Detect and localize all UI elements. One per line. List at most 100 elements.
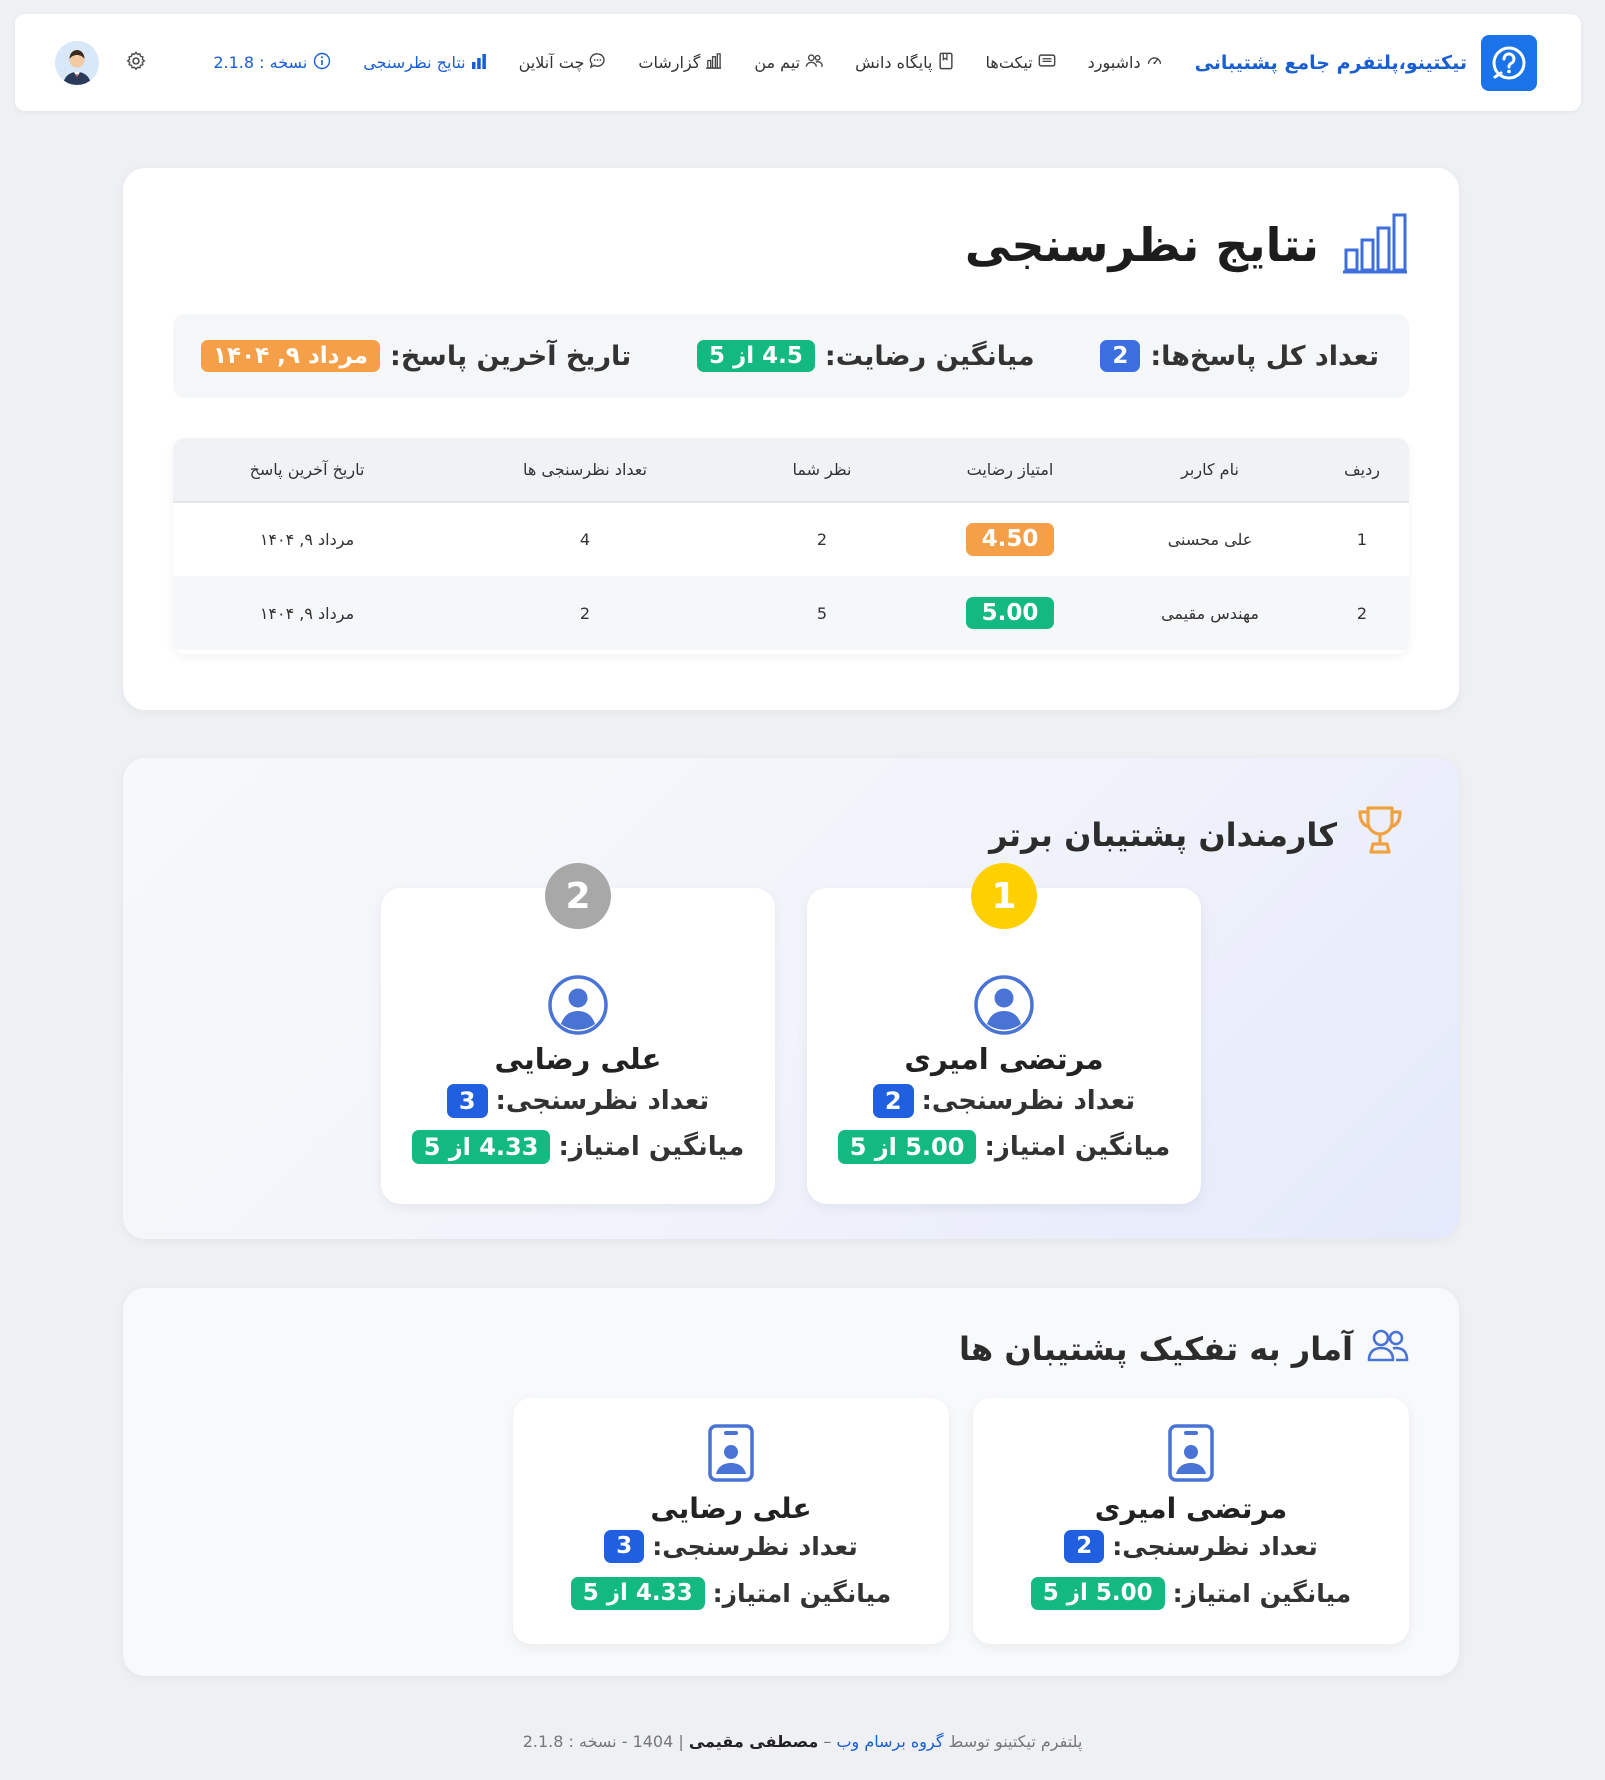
nav-item-reports[interactable]: گزارشات — [638, 52, 722, 73]
cell-score: 5.00 — [915, 576, 1105, 650]
cell-index: 2 — [1356, 603, 1368, 623]
survey-count-line: تعداد نظرسنجی: 3 — [513, 1530, 949, 1563]
nav-item-knowledge-base[interactable]: پایگاه دانش — [855, 52, 953, 74]
nav-end — [55, 40, 147, 85]
cell-index: 1 — [1356, 530, 1368, 549]
nav-label-dashboard: داشبورد — [1087, 53, 1141, 72]
nav-label-my-team: تیم من — [754, 53, 801, 72]
supporter-stat-card-2: علی رضایی تعداد نظرسنجی: 3 میانگین امتیا… — [513, 1398, 949, 1644]
footer-company-link[interactable]: گروه برسام وب — [836, 1732, 943, 1751]
average-score-label: میانگین امتیاز: — [984, 1132, 1171, 1162]
survey-count-badge: 2 — [872, 1084, 914, 1118]
nav-label-knowledge-base: پایگاه دانش — [855, 53, 933, 72]
average-score-line: میانگین امتیاز: 5.00 از 5 — [973, 1577, 1409, 1610]
supporter-name: مرتضی امیری — [904, 1042, 1104, 1076]
top-supporter-card-1: 1 مرتضی امیری تعداد نظرسنجی: 2 میانگین ا… — [807, 863, 1201, 1204]
brand-title[interactable]: تیکتینو،پلتفرم جامع پشتیبانی — [1195, 52, 1467, 74]
top-navbar: تیکتینو،پلتفرم جامع پشتیبانی داشبورد تیک… — [15, 14, 1581, 111]
cell-user: مهندس مقیمی — [1161, 603, 1259, 623]
survey-count-line: تعداد نظرسنجی: 3 — [381, 1084, 775, 1118]
page-title: نتایج نظرسنجی — [965, 212, 1409, 278]
nav-item-dashboard[interactable]: داشبورد — [1088, 52, 1163, 73]
average-score-badge: 4.33 از 5 — [411, 1130, 551, 1164]
nav-item-online-chat[interactable]: چت آنلاین — [519, 52, 607, 73]
top-supporters-card: کارمندان پشتیبان برتر 1 مرتضی امیری تعدا… — [123, 758, 1459, 1239]
gear-icon[interactable] — [125, 50, 147, 76]
stat-total-responses: تعداد کل پاسخ‌ها: 2 — [1100, 339, 1379, 373]
footer-suffix: | 1404 - نسخه : 2.1.8 — [522, 1732, 684, 1751]
id-badge-icon — [708, 1424, 754, 1486]
average-score-badge: 5.00 از 5 — [837, 1130, 977, 1164]
rank-badge-gold: 1 — [971, 863, 1037, 929]
nav-item-my-team[interactable]: تیم من — [754, 52, 823, 73]
gauge-icon — [1146, 52, 1163, 73]
survey-count-line: تعداد نظرسنجی: 2 — [973, 1530, 1409, 1563]
users-icon — [1367, 1328, 1409, 1370]
average-score-badge: 5.00 از 5 — [1030, 1577, 1165, 1610]
stat-last-label: تاریخ آخرین پاسخ: — [390, 340, 632, 372]
version-info[interactable]: نسخه : 2.1.8 — [213, 52, 331, 74]
chat-icon — [589, 52, 606, 73]
nav-label-tickets: تیکت‌ها — [985, 53, 1033, 72]
survey-count-badge: 3 — [604, 1530, 645, 1563]
nav-label-survey-results: نتایج نظرسنجی — [363, 53, 466, 72]
header-count: تعداد نظرسنجی ها — [441, 438, 729, 503]
survey-count-label: تعداد نظرسنجی: — [495, 1086, 710, 1116]
cell-user: علی محسنی — [1167, 530, 1253, 549]
header-date: تاریخ آخرین پاسخ — [173, 438, 441, 503]
top-supporters-title: کارمندان پشتیبان برتر — [989, 802, 1409, 868]
score-badge: 4.50 — [965, 523, 1055, 556]
footer-prefix: پلتفرم تیکتینو توسط — [948, 1732, 1083, 1751]
version-label: نسخه : 2.1.8 — [213, 53, 308, 72]
table-row: 2 مهندس مقیمی 5.00 5 2 مرداد ۹, ۱۴۰۴ — [173, 576, 1409, 650]
average-score-line: میانگین امتیاز: 4.33 از 5 — [381, 1130, 775, 1164]
nav-item-survey-results[interactable]: نتایج نظرسنجی — [363, 53, 486, 73]
nav-item-tickets[interactable]: تیکت‌ها — [986, 52, 1056, 73]
average-score-line: میانگین امتیاز: 5.00 از 5 — [807, 1130, 1201, 1164]
chart-outline-icon — [1341, 212, 1409, 278]
help-logo-icon — [1481, 34, 1537, 91]
breakdown-heading: آمار به تفکیک پشتیبان ها — [959, 1330, 1353, 1368]
user-circle-icon — [547, 974, 609, 1040]
info-icon — [313, 52, 331, 74]
cell-opinion: 2 — [816, 530, 828, 549]
user-circle-icon — [973, 974, 1035, 1040]
book-icon — [938, 52, 954, 74]
stat-total-badge: 2 — [1100, 339, 1141, 373]
breakdown-title: آمار به تفکیک پشتیبان ها — [959, 1328, 1409, 1370]
stat-last-badge: مرداد ۹, ۱۴۰۴ — [201, 339, 381, 373]
top-supporter-card-2: 2 علی رضایی تعداد نظرسنجی: 3 میانگین امت… — [381, 863, 775, 1204]
rank-badge-silver: 2 — [545, 863, 611, 929]
ticket-icon — [1038, 52, 1056, 73]
average-score-label: میانگین امتیاز: — [558, 1132, 745, 1162]
average-score-label: میانگین امتیاز: — [1172, 1578, 1352, 1608]
stat-average-satisfaction: میانگین رضایت: 4.5 از 5 — [696, 339, 1035, 373]
survey-results-card: نتایج نظرسنجی تعداد کل پاسخ‌ها: 2 میانگی… — [123, 168, 1459, 710]
supporter-name: مرتضی امیری — [1094, 1492, 1288, 1525]
results-table: ردیف نام کاربر امتیاز رضایت نظر شما تعدا… — [173, 438, 1409, 654]
bar-chart-icon — [705, 52, 722, 73]
stat-total-label: تعداد کل پاسخ‌ها: — [1150, 340, 1379, 372]
table-header-row: ردیف نام کاربر امتیاز رضایت نظر شما تعدا… — [173, 438, 1409, 503]
brand[interactable]: تیکتینو،پلتفرم جامع پشتیبانی — [1195, 34, 1537, 91]
cell-count: 2 — [579, 603, 591, 623]
cell-score: 4.50 — [915, 502, 1105, 576]
user-avatar[interactable] — [55, 40, 99, 85]
cell-count: 4 — [579, 530, 591, 549]
team-icon — [805, 52, 823, 73]
survey-count-badge: 3 — [446, 1084, 488, 1118]
supporter-name: علی رضایی — [650, 1492, 812, 1525]
supporter-breakdown-card: آمار به تفکیک پشتیبان ها مرتضی امیری تعد… — [123, 1288, 1459, 1676]
survey-count-label: تعداد نظرسنجی: — [652, 1531, 858, 1561]
supporter-name: علی رضایی — [494, 1042, 662, 1076]
footer-dash: – — [823, 1732, 832, 1751]
chart-filled-icon — [471, 53, 487, 73]
header-index: ردیف — [1315, 438, 1409, 503]
survey-count-label: تعداد نظرسنجی: — [921, 1086, 1136, 1116]
id-badge-icon — [1168, 1424, 1214, 1486]
stat-avg-label: میانگین رضایت: — [824, 340, 1035, 372]
survey-count-label: تعداد نظرسنجی: — [1112, 1531, 1318, 1561]
average-score-line: میانگین امتیاز: 4.33 از 5 — [513, 1577, 949, 1610]
average-score-badge: 4.33 از 5 — [570, 1577, 705, 1610]
score-badge: 5.00 — [965, 596, 1055, 630]
